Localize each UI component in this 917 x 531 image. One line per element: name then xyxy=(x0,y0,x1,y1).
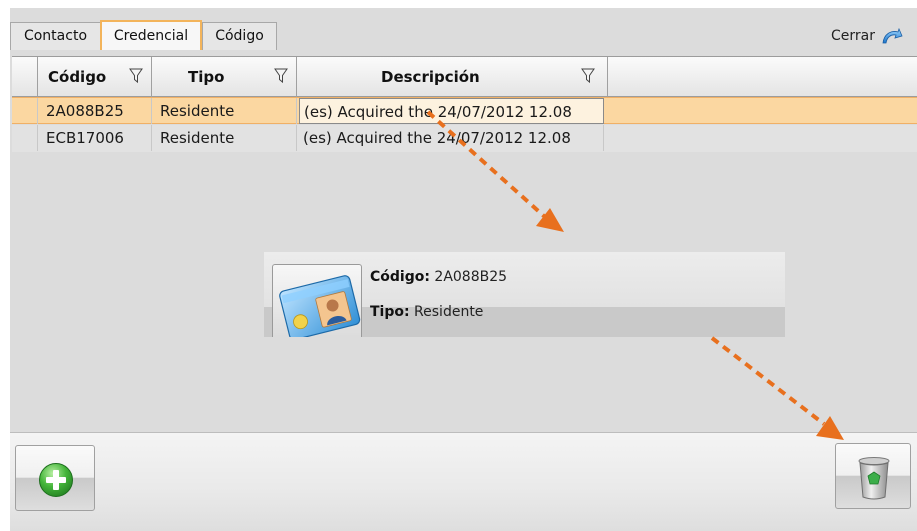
card-tipo-value: Residente xyxy=(414,304,484,320)
close-button[interactable]: Cerrar xyxy=(831,28,903,44)
filter-icon[interactable] xyxy=(581,68,595,84)
cell-codigo: ECB17006 xyxy=(38,125,152,151)
tab-contacto[interactable]: Contacto xyxy=(10,22,101,50)
tab-codigo[interactable]: Código xyxy=(202,22,277,50)
bottom-toolbar xyxy=(10,432,917,531)
card-codigo-value: 2A088B25 xyxy=(434,269,508,285)
card-codigo-label: Código: xyxy=(370,269,430,285)
column-header-descripcion[interactable]: Descripción xyxy=(297,57,608,97)
tab-bar: Contacto Credencial Código Cerrar xyxy=(10,8,917,56)
filter-icon[interactable] xyxy=(129,68,143,84)
add-button[interactable] xyxy=(15,445,95,511)
row-selector[interactable] xyxy=(12,98,38,124)
column-header-tipo-label: Tipo xyxy=(188,68,225,86)
trash-icon xyxy=(856,456,892,500)
card-codigo: Código: 2A088B25 xyxy=(370,269,507,285)
row-selector[interactable] xyxy=(12,125,38,151)
close-arrow-icon xyxy=(881,28,903,44)
credential-preview-card: Código: 2A088B25 Tipo: Residente xyxy=(264,252,785,337)
table-row[interactable]: ECB17006 Residente (es) Acquired the 24/… xyxy=(12,125,917,152)
close-label: Cerrar xyxy=(831,28,875,44)
plus-icon xyxy=(38,462,74,498)
column-header-codigo[interactable]: Código xyxy=(38,57,152,97)
cell-codigo: 2A088B25 xyxy=(38,98,152,124)
table-row[interactable]: 2A088B25 Residente (es) Acquired the 24/… xyxy=(12,97,917,124)
card-tipo-label: Tipo: xyxy=(370,304,410,320)
cell-tipo: Residente xyxy=(152,98,297,124)
credential-panel: Contacto Credencial Código Cerrar Código xyxy=(10,8,917,531)
arrow-head xyxy=(536,208,564,232)
cell-descripcion[interactable]: (es) Acquired the 24/07/2012 12.08 xyxy=(299,98,604,124)
cell-tipo: Residente xyxy=(152,125,297,151)
filter-icon[interactable] xyxy=(274,68,288,84)
row-selector-header xyxy=(12,57,38,97)
card-tipo: Tipo: Residente xyxy=(370,304,483,320)
cell-descripcion: (es) Acquired the 24/07/2012 12.08 xyxy=(299,125,604,151)
delete-button[interactable] xyxy=(835,443,911,509)
column-header-codigo-label: Código xyxy=(48,68,107,86)
credential-grid: Código Tipo Descripción 2A088B25 Residen… xyxy=(12,56,917,168)
tab-credencial[interactable]: Credencial xyxy=(100,20,202,50)
grid-header: Código Tipo Descripción xyxy=(12,56,917,97)
column-header-descripcion-label: Descripción xyxy=(381,68,480,86)
id-card-icon xyxy=(272,264,362,337)
column-header-tipo[interactable]: Tipo xyxy=(152,57,297,97)
